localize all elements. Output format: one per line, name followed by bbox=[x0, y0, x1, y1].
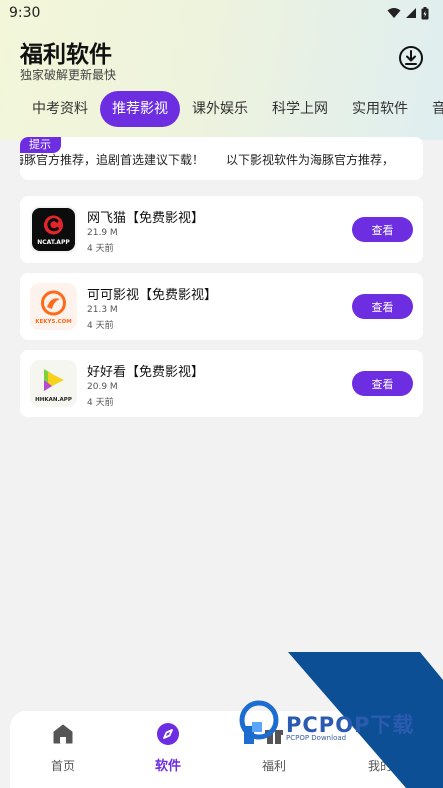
app-name: 可可影视【免费影视】 bbox=[87, 288, 218, 303]
keys-app-icon: KEKYS.COM bbox=[30, 283, 77, 330]
status-icons bbox=[387, 6, 429, 20]
view-button[interactable]: 查看 bbox=[352, 371, 413, 396]
app-name: 好好看【免费影视】 bbox=[87, 365, 205, 380]
home-icon bbox=[53, 724, 73, 744]
app-size: 20.9 M bbox=[87, 382, 118, 392]
tab-entertainment[interactable]: 课外娱乐 bbox=[180, 91, 260, 127]
notice-text-b: 以下影视软件为海豚官方推荐， bbox=[226, 153, 395, 167]
page-title: 福利软件 bbox=[20, 42, 112, 68]
watermark-subtext: PCPOP Download bbox=[286, 734, 347, 742]
nav-label: 首页 bbox=[50, 759, 75, 773]
watermark-logo: PCPOP下载 PCPOP Download bbox=[238, 700, 443, 750]
tab-zhongkao[interactable]: 中考资料 bbox=[20, 91, 100, 127]
app-card[interactable]: NCAT.APP 网飞猫【免费影视】 21.9 M 4 天前 查看 bbox=[20, 196, 423, 263]
watermark-p-icon bbox=[239, 700, 279, 744]
notice-badge: 提示 bbox=[20, 137, 61, 153]
ncat-app-icon: NCAT.APP bbox=[30, 206, 77, 253]
app-card[interactable]: KEKYS.COM 可可影视【免费影视】 21.3 M 4 天前 查看 bbox=[20, 273, 423, 340]
notice-text-a: 海豚官方推荐，追剧首选建议下载！ bbox=[20, 153, 205, 167]
icon-caption: KEKYS.COM bbox=[35, 319, 72, 325]
compass-icon bbox=[157, 723, 179, 745]
tab-music[interactable]: 音乐 bbox=[420, 91, 443, 127]
app-updated-time: 4 天前 bbox=[87, 321, 114, 331]
wifi-icon bbox=[387, 8, 401, 18]
tab-vpn[interactable]: 科学上网 bbox=[260, 91, 340, 127]
app-updated-time: 4 天前 bbox=[87, 244, 114, 254]
nav-label: 软件 bbox=[154, 759, 181, 774]
app-name: 网飞猫【免费影视】 bbox=[87, 211, 205, 226]
app-size: 21.9 M bbox=[87, 228, 118, 238]
view-button[interactable]: 查看 bbox=[352, 294, 413, 319]
download-icon[interactable] bbox=[398, 45, 424, 71]
nav-item-software[interactable]: 软件 bbox=[128, 711, 208, 788]
hhkan-app-icon: HHKAN.APP bbox=[30, 360, 77, 407]
page-subtitle: 独家破解更新最快 bbox=[20, 68, 117, 82]
battery-icon bbox=[421, 6, 429, 19]
notice-marquee: 海豚官方推荐，追剧首选建议下载！ 以下影视软件为海豚官方推荐， bbox=[20, 151, 394, 168]
category-tabs: 中考资料 推荐影视 课外娱乐 科学上网 实用软件 音乐 bbox=[20, 91, 443, 127]
app-card[interactable]: HHKAN.APP 好好看【免费影视】 20.9 M 4 天前 查看 bbox=[20, 350, 423, 417]
tab-recommended-video[interactable]: 推荐影视 bbox=[100, 91, 180, 127]
view-button[interactable]: 查看 bbox=[352, 217, 413, 242]
signal-icon bbox=[406, 8, 416, 18]
notice-banner: 海豚官方推荐，追剧首选建议下载！ 以下影视软件为海豚官方推荐， 提示 bbox=[20, 137, 423, 180]
icon-caption: HHKAN.APP bbox=[35, 397, 72, 403]
app-updated-time: 4 天前 bbox=[87, 398, 114, 408]
tab-utility[interactable]: 实用软件 bbox=[340, 91, 420, 127]
status-time: 9:30 bbox=[9, 5, 41, 21]
status-bar: 9:30 bbox=[0, 0, 443, 26]
nav-item-home[interactable]: 首页 bbox=[23, 711, 103, 788]
app-size: 21.3 M bbox=[87, 305, 118, 315]
icon-caption: NCAT.APP bbox=[37, 239, 70, 246]
